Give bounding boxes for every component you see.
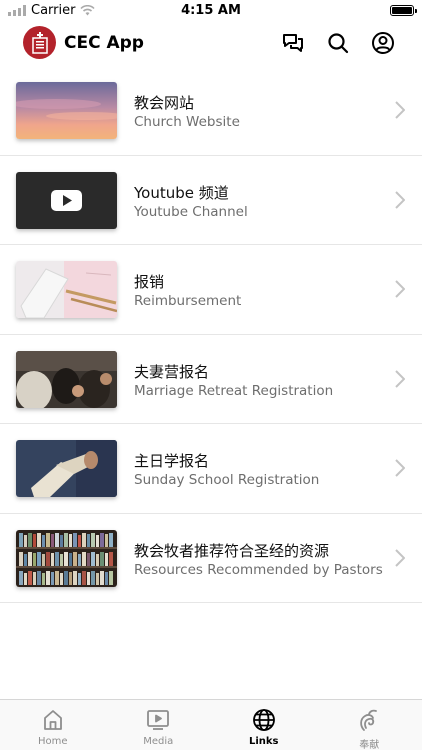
- thumbnail-bookshelf: [16, 529, 117, 587]
- chevron-right-icon: [395, 190, 405, 209]
- globe-icon: [252, 709, 275, 731]
- thumbnail-notebook-pens: [16, 261, 117, 318]
- tab-links[interactable]: Links: [211, 700, 317, 750]
- link-row-reimbursement[interactable]: 报销 Reimbursement: [0, 245, 422, 335]
- link-subtitle: Church Website: [134, 114, 240, 130]
- tab-label: Links: [248, 736, 279, 747]
- tab-bar: Home Media Links 奉献: [0, 699, 422, 750]
- chat-icon[interactable]: [281, 31, 305, 55]
- app-header: CEC App: [0, 22, 422, 66]
- links-list: 教会网站 Church Website Youtube 频道 Youtube C…: [0, 66, 422, 603]
- thumbnail-praying-people: [16, 350, 117, 408]
- thumbnail-open-bible: [16, 440, 117, 497]
- app-logo: [23, 26, 56, 59]
- link-row-church-website[interactable]: 教会网站 Church Website: [0, 66, 422, 156]
- chevron-right-icon: [395, 101, 405, 119]
- link-subtitle: Youtube Channel: [134, 203, 248, 220]
- chevron-right-icon: [395, 548, 405, 567]
- status-time: 4:15 AM: [181, 3, 241, 18]
- app-title: CEC App: [64, 33, 144, 53]
- tab-label: Home: [37, 736, 68, 747]
- church-logo-icon: [31, 31, 48, 54]
- offering-icon: [360, 709, 378, 731]
- tab-offering[interactable]: 奉献: [317, 700, 422, 750]
- link-row-marriage-retreat[interactable]: 夫妻营报名 Marriage Retreat Registration: [0, 335, 422, 424]
- tab-media[interactable]: Media: [106, 700, 212, 750]
- profile-icon[interactable]: [371, 31, 395, 55]
- chevron-right-icon: [395, 459, 405, 477]
- link-subtitle: Marriage Retreat Registration: [134, 382, 334, 399]
- home-icon: [43, 710, 62, 730]
- tab-label: 奉献: [359, 740, 380, 750]
- link-title: 教会牧者推荐符合圣经的资源: [134, 541, 330, 560]
- link-row-sunday-school[interactable]: 主日学报名 Sunday School Registration: [0, 424, 422, 514]
- thumbnail-youtube-play: [16, 171, 117, 229]
- thumbnail-sunset-sky: [16, 82, 117, 139]
- link-row-pastor-resources[interactable]: 教会牧者推荐符合圣经的资源 Resources Recommended by P…: [0, 514, 422, 603]
- link-subtitle: Sunday School Registration: [134, 472, 320, 488]
- link-title: 报销: [134, 273, 165, 291]
- status-bar: Carrier 4:15 AM: [0, 0, 422, 22]
- link-row-youtube-channel[interactable]: Youtube 频道 Youtube Channel: [0, 156, 422, 245]
- link-title: 夫妻营报名: [134, 362, 210, 381]
- link-subtitle: Reimbursement: [134, 293, 242, 309]
- chevron-right-icon: [395, 280, 405, 298]
- tab-home[interactable]: Home: [0, 700, 106, 750]
- chevron-right-icon: [395, 369, 405, 388]
- battery-icon: [390, 5, 417, 16]
- link-title: Youtube 频道: [134, 183, 229, 202]
- link-title: 教会网站: [134, 94, 195, 112]
- link-title: 主日学报名: [134, 452, 210, 470]
- search-icon[interactable]: [326, 31, 350, 55]
- tab-label: Media: [143, 736, 174, 747]
- media-icon: [147, 710, 170, 730]
- link-subtitle: Resources Recommended by Pastors: [134, 561, 383, 578]
